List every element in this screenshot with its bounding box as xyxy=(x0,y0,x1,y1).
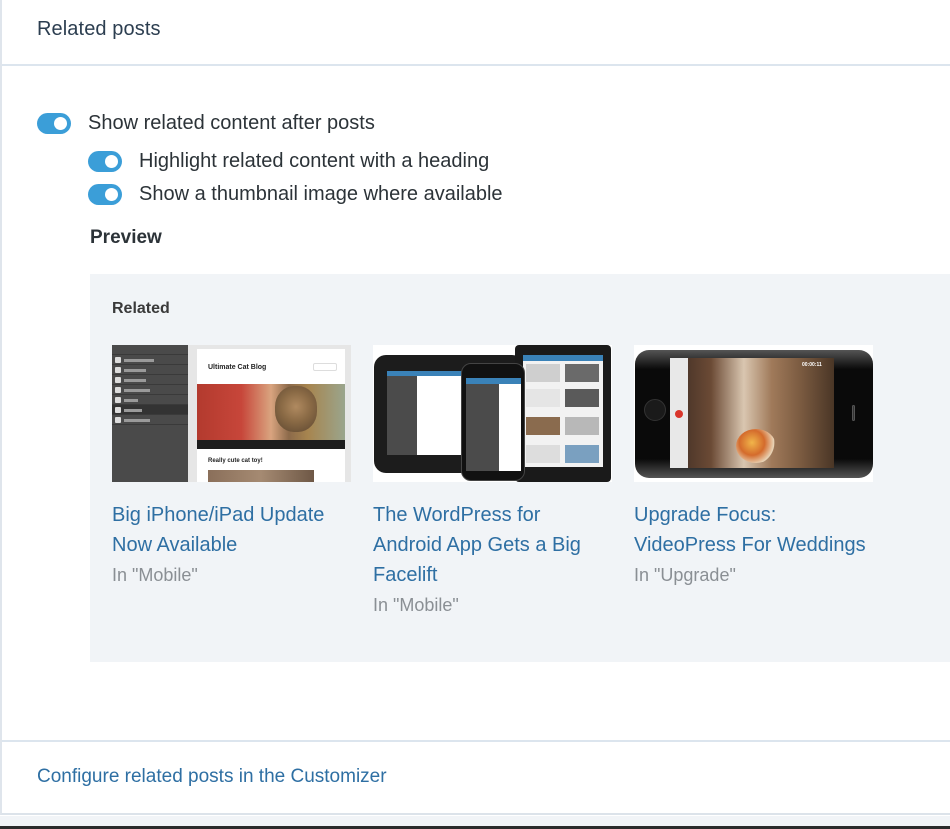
highlight-heading-label: Highlight related content with a heading xyxy=(139,150,490,172)
thumbnail-blog-title: Ultimate Cat Blog xyxy=(208,364,267,371)
phone-graphic xyxy=(461,363,525,481)
bouquet-graphic xyxy=(736,429,776,463)
app-sidebar-graphic xyxy=(112,345,188,482)
toggle-row-show-thumbnail[interactable]: Show a thumbnail image where available xyxy=(88,183,503,206)
post-category: In "Mobile" xyxy=(112,565,198,585)
nav-bar-graphic xyxy=(197,440,345,449)
configure-customizer-link[interactable]: Configure related posts in the Customize… xyxy=(37,766,387,788)
toggle-row-highlight-heading[interactable]: Highlight related content with a heading xyxy=(88,150,489,173)
preview-heading: Preview xyxy=(90,227,162,248)
card-title: Related posts xyxy=(37,18,161,40)
post-category: In "Upgrade" xyxy=(634,565,736,585)
home-button-graphic xyxy=(644,399,666,421)
thumbnail-post-heading: Really cute cat toy! xyxy=(208,458,263,464)
blog-preview-graphic: Ultimate Cat Blog Really cute cat toy! xyxy=(188,345,351,482)
post-image-graphic xyxy=(208,470,314,482)
show-thumbnail-label: Show a thumbnail image where available xyxy=(139,183,503,205)
related-post: 00:00:11 Upgrade Focus: VideoPress For W… xyxy=(634,345,874,590)
search-box-graphic xyxy=(313,363,337,371)
video-timer: 00:00:11 xyxy=(802,362,822,368)
show-related-label: Show related content after posts xyxy=(88,112,375,134)
show-related-toggle[interactable] xyxy=(37,113,71,134)
toggle-knob xyxy=(105,155,118,168)
cat-hero-image xyxy=(197,384,345,440)
post-category: In "Mobile" xyxy=(373,595,459,615)
post-thumbnail[interactable]: 00:00:11 xyxy=(634,345,873,482)
record-icon xyxy=(675,410,683,418)
post-thumbnail[interactable]: Ultimate Cat Blog Really cute cat toy! xyxy=(112,345,351,482)
tablet-portrait-graphic xyxy=(515,345,611,482)
toggle-row-show-related[interactable]: Show related content after posts xyxy=(37,112,375,135)
related-post: The WordPress for Android App Gets a Big… xyxy=(373,345,613,620)
related-post: Ultimate Cat Blog Really cute cat toy! B… xyxy=(112,345,352,590)
related-posts-card: Related posts Show related content after… xyxy=(0,0,950,815)
toggle-knob xyxy=(105,188,118,201)
related-heading: Related xyxy=(112,300,170,317)
card-header: Related posts xyxy=(2,0,950,66)
highlight-heading-toggle[interactable] xyxy=(88,151,122,172)
cat-graphic xyxy=(275,386,317,432)
post-title-link[interactable]: The WordPress for Android App Gets a Big… xyxy=(373,500,613,590)
preview-box: Related Ultimate Cat Blog Really cute ca… xyxy=(90,274,950,662)
footer-divider xyxy=(2,740,950,742)
speaker-graphic xyxy=(852,405,855,421)
post-title-link[interactable]: Upgrade Focus: VideoPress For Weddings xyxy=(634,500,874,560)
toggle-knob xyxy=(54,117,67,130)
post-thumbnail[interactable] xyxy=(373,345,612,482)
show-thumbnail-toggle[interactable] xyxy=(88,184,122,205)
post-title-link[interactable]: Big iPhone/iPad Update Now Available xyxy=(112,500,352,560)
